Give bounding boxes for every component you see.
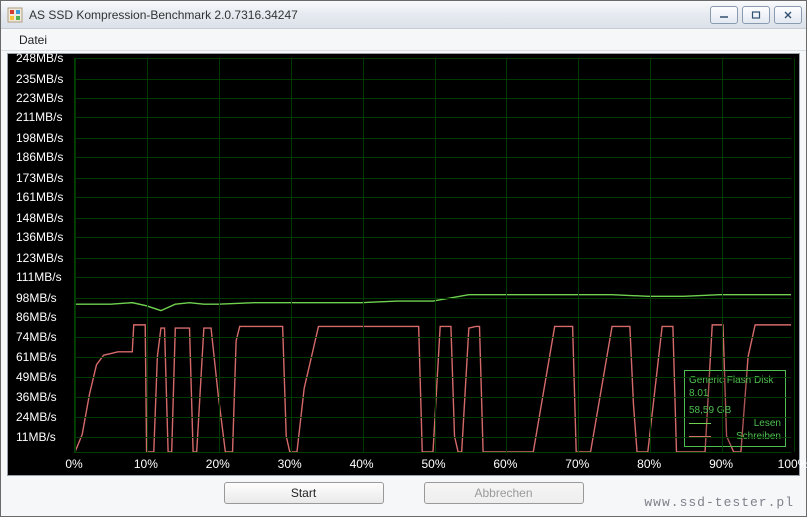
gridline-x xyxy=(435,58,436,452)
y-axis-label: 198MB/s xyxy=(16,131,63,145)
gridline-x xyxy=(650,58,651,452)
x-axis-label: 20% xyxy=(206,457,230,471)
gridline-y xyxy=(75,317,791,318)
gridline-y xyxy=(75,79,791,80)
gridline-y xyxy=(75,117,791,118)
y-axis-label: 211MB/s xyxy=(16,110,62,124)
y-axis-label: 11MB/s xyxy=(16,430,56,444)
gridline-y xyxy=(75,258,791,259)
x-axis-label: 80% xyxy=(637,457,661,471)
minimize-button[interactable] xyxy=(710,6,738,24)
gridline-y xyxy=(75,178,791,179)
y-axis-label: 24MB/s xyxy=(16,410,57,424)
y-axis-label: 136MB/s xyxy=(16,230,63,244)
plot-area: Generic Flash Disk 8.01 58,59 GB Lesen S… xyxy=(74,58,791,453)
x-axis-label: 30% xyxy=(278,457,302,471)
chart: Generic Flash Disk 8.01 58,59 GB Lesen S… xyxy=(7,53,800,476)
app-window: AS SSD Kompression-Benchmark 2.0.7316.34… xyxy=(0,0,807,517)
menu-file[interactable]: Datei xyxy=(11,31,55,49)
gridline-x xyxy=(363,58,364,452)
gridline-y xyxy=(75,298,791,299)
gridline-x xyxy=(722,58,723,452)
y-axis-label: 36MB/s xyxy=(16,390,57,404)
legend-capacity: 58,59 GB xyxy=(689,404,781,417)
gridline-x xyxy=(147,58,148,452)
x-axis-label: 70% xyxy=(565,457,589,471)
window-controls xyxy=(710,6,802,24)
x-axis-label: 60% xyxy=(493,457,517,471)
gridline-y xyxy=(75,417,791,418)
legend-read-row: Lesen xyxy=(689,417,781,430)
y-axis-label: 161MB/s xyxy=(16,190,63,204)
gridline-x xyxy=(578,58,579,452)
y-axis-label: 173MB/s xyxy=(16,171,63,185)
gridline-y xyxy=(75,277,791,278)
x-axis-label: 90% xyxy=(709,457,733,471)
gridline-x xyxy=(291,58,292,452)
gridline-y xyxy=(75,337,791,338)
y-axis-label: 223MB/s xyxy=(16,91,63,105)
gridline-y xyxy=(75,218,791,219)
x-axis-label: 100% xyxy=(778,457,807,471)
client-area: Generic Flash Disk 8.01 58,59 GB Lesen S… xyxy=(1,51,806,516)
gridline-y xyxy=(75,357,791,358)
gridline-y xyxy=(75,197,791,198)
app-icon xyxy=(7,7,23,23)
gridline-y xyxy=(75,377,791,378)
gridline-x xyxy=(75,58,76,452)
y-axis-label: 123MB/s xyxy=(16,251,63,265)
gridline-y xyxy=(75,138,791,139)
close-button[interactable] xyxy=(774,6,802,24)
x-axis-label: 40% xyxy=(350,457,374,471)
gridline-x xyxy=(219,58,220,452)
start-button[interactable]: Start xyxy=(224,482,384,504)
gridline-x xyxy=(794,58,795,452)
y-axis-label: 74MB/s xyxy=(16,330,57,344)
menubar: Datei xyxy=(1,29,806,51)
gridline-x xyxy=(506,58,507,452)
y-axis-label: 98MB/s xyxy=(16,291,57,305)
x-axis-label: 0% xyxy=(65,457,82,471)
y-axis-label: 111MB/s xyxy=(16,270,62,284)
y-axis-label: 186MB/s xyxy=(16,150,63,164)
gridline-y xyxy=(75,237,791,238)
maximize-button[interactable] xyxy=(742,6,770,24)
gridline-y xyxy=(75,437,791,438)
y-axis-label: 61MB/s xyxy=(16,350,57,364)
gridline-y xyxy=(75,58,791,59)
y-axis-label: 248MB/s xyxy=(16,51,63,65)
series-lesen xyxy=(75,295,791,311)
legend-read-label: Lesen xyxy=(715,417,781,430)
watermark: www.ssd-tester.pl xyxy=(644,495,794,510)
y-axis-label: 235MB/s xyxy=(16,72,63,86)
titlebar[interactable]: AS SSD Kompression-Benchmark 2.0.7316.34… xyxy=(1,1,806,29)
window-title: AS SSD Kompression-Benchmark 2.0.7316.34… xyxy=(29,8,710,22)
y-axis-label: 86MB/s xyxy=(16,310,57,324)
y-axis-label: 148MB/s xyxy=(16,211,63,225)
gridline-y xyxy=(75,157,791,158)
gridline-y xyxy=(75,397,791,398)
cancel-button: Abbrechen xyxy=(424,482,584,504)
x-axis-label: 50% xyxy=(421,457,445,471)
legend-read-swatch xyxy=(689,423,711,424)
y-axis-label: 49MB/s xyxy=(16,370,57,384)
gridline-y xyxy=(75,98,791,99)
legend: Generic Flash Disk 8.01 58,59 GB Lesen S… xyxy=(684,370,786,447)
x-axis-label: 10% xyxy=(134,457,158,471)
